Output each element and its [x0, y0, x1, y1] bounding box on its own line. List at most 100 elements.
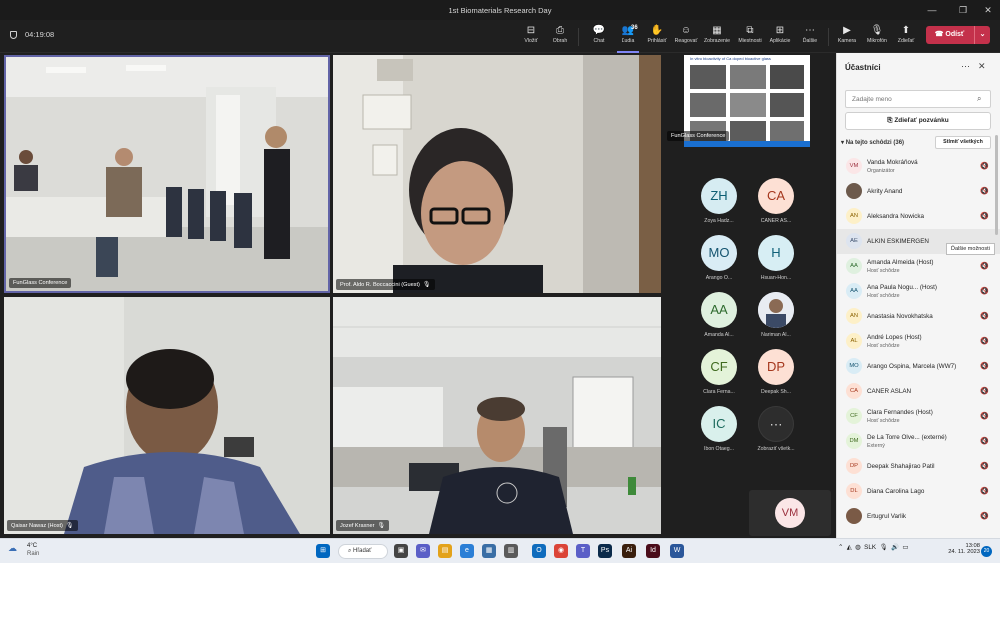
- participant-row[interactable]: CF Clara Fernandes (Host) Hosť schôdze 🔇: [837, 404, 1000, 429]
- indesign-icon[interactable]: Id: [646, 544, 660, 558]
- outlook-icon[interactable]: O: [532, 544, 546, 558]
- toolbar-button-camera[interactable]: ▶ Kamera: [830, 24, 864, 50]
- avatar: AA: [846, 283, 862, 299]
- more-options-icon[interactable]: ⋯: [961, 61, 970, 72]
- gallery-participant[interactable]: H Hsuan-Hon...: [752, 235, 800, 281]
- avatar: H: [758, 235, 794, 271]
- file-explorer-icon[interactable]: ▤: [438, 544, 452, 558]
- toolbar-button-react[interactable]: ☺ Reagovať: [669, 24, 703, 50]
- taskbar-search[interactable]: ⌕ Hľadať: [338, 544, 388, 559]
- video-tile-conference-room[interactable]: FunGlass Conference: [4, 55, 330, 293]
- shared-content-tile[interactable]: In vitro bioactivity of Ca doped bioacti…: [664, 55, 831, 147]
- section-header-in-meeting[interactable]: ▾ Na tejto schôdzi (36): [841, 139, 904, 146]
- maximize-button[interactable]: ❐: [953, 2, 973, 18]
- video-tile-boccaccini[interactable]: Prof. Aldo R. Boccaccini (Guest) 🎙: [333, 55, 661, 293]
- leave-label[interactable]: ☎ Odísť: [926, 26, 973, 44]
- panel-scrollbar[interactable]: [995, 135, 998, 235]
- mic-muted-icon: 🔇: [980, 288, 989, 295]
- participant-row[interactable]: MO Arango Ospina, Marcela (WW7) 🔇: [837, 354, 1000, 379]
- tile-name-label: FunGlass Conference: [667, 131, 730, 141]
- mute-all-button[interactable]: Stlmiť všetkých: [935, 136, 991, 149]
- toolbar-button-view[interactable]: ▦ Zobrazenie: [700, 24, 734, 50]
- avatar: AA: [846, 258, 862, 274]
- avatar: MO: [846, 358, 862, 374]
- system-tray[interactable]: ⌃ ◭ ◍ SLK 🎙 🔊 ▭: [838, 543, 908, 551]
- tile-name-label: Jozef Kraxner 🎙: [336, 520, 390, 531]
- rain-cloud-icon: ☁: [8, 543, 17, 553]
- gallery-participant[interactable]: Nariman Al...: [752, 292, 800, 338]
- gallery-participant[interactable]: CA CANER AS...: [752, 178, 800, 224]
- title-bar: 1st Biomaterials Research Day — ❐ ✕: [0, 0, 1000, 20]
- illustrator-icon[interactable]: Ai: [622, 544, 636, 558]
- participant-row[interactable]: DP Deepak Shahajirao Patil 🔇: [837, 454, 1000, 479]
- toolbar-button-more[interactable]: ⋯ Ďalšie: [793, 24, 827, 50]
- chrome-icon[interactable]: ◉: [554, 544, 568, 558]
- teams-tray-icon: ◍: [855, 544, 861, 551]
- close-window-button[interactable]: ✕: [978, 2, 998, 18]
- close-panel-icon[interactable]: ✕: [978, 61, 986, 72]
- smiley-icon: ☺: [680, 25, 692, 36]
- slide-heading: In vitro bioactivity of Ca doped bioacti…: [690, 56, 771, 61]
- window-title: 1st Biomaterials Research Day: [448, 6, 552, 15]
- search-icon: ⌕: [977, 94, 982, 103]
- more-icon: ⋯: [758, 406, 794, 442]
- minimize-button[interactable]: —: [922, 2, 942, 18]
- calculator-icon[interactable]: ▥: [504, 544, 518, 558]
- weather-widget[interactable]: ☁ 4°C Rain: [8, 543, 39, 557]
- gallery-participant[interactable]: MO Arango O...: [695, 235, 743, 281]
- more-icon: ⋯: [805, 25, 815, 36]
- photoshop-icon[interactable]: Ps: [598, 544, 612, 558]
- toolbar-button-content[interactable]: ⎙ Obrah: [543, 24, 577, 50]
- clock[interactable]: 13:08 24. 11. 2023: [944, 543, 980, 555]
- task-view-icon[interactable]: ▣: [394, 544, 408, 558]
- participant-row[interactable]: DL Diana Carolina Lago 🔇: [837, 479, 1000, 504]
- participant-row[interactable]: Akrity Anand 🔇: [837, 179, 1000, 204]
- meeting-timer: 04:19:08: [10, 30, 54, 39]
- edge-icon[interactable]: e: [460, 544, 474, 558]
- apps-icon: ⊞: [775, 25, 785, 36]
- avatar: CF: [846, 408, 862, 424]
- avatar: VM: [846, 158, 862, 174]
- video-tile-kraxner[interactable]: Jozef Kraxner 🎙: [333, 297, 661, 534]
- participant-row[interactable]: CA CANER ASLAN 🔇: [837, 379, 1000, 404]
- network-icon: ◭: [846, 544, 852, 551]
- view-all-participants-button[interactable]: ⋯ Zobraziť všetk...: [752, 406, 800, 452]
- notification-badge[interactable]: 20: [981, 546, 992, 557]
- word-icon[interactable]: W: [670, 544, 684, 558]
- participant-row[interactable]: DM De La Torre Olve... (externé) Externý 🔇: [837, 429, 1000, 454]
- gallery-participant[interactable]: AA Amanda Al...: [695, 292, 743, 338]
- teams-icon[interactable]: T: [576, 544, 590, 558]
- toolbar-button-apps[interactable]: ⊞ Aplikácie: [763, 24, 797, 50]
- mic-muted-icon: 🔇: [980, 188, 989, 195]
- participant-row[interactable]: AL André Lopes (Host) Hosť schôdze 🔇: [837, 329, 1000, 354]
- store-icon[interactable]: ▦: [482, 544, 496, 558]
- phone-hangup-icon: ☎: [934, 31, 946, 38]
- toolbar-button-share[interactable]: ⬆ Zdieľať: [889, 24, 923, 50]
- avatar: ZH: [701, 178, 737, 214]
- participant-row[interactable]: AN Anastasia Novokhatska 🔇: [837, 304, 1000, 329]
- participant-row[interactable]: Ertugrul Varlik 🔇: [837, 504, 1000, 529]
- participant-row[interactable]: AA Ana Paula Nogu... (Host) Hosť schôdze 🔇: [837, 279, 1000, 304]
- teams-chat-icon[interactable]: ✉: [416, 544, 430, 558]
- panel-title: Účastníci: [845, 63, 881, 72]
- participant-search-input[interactable]: [845, 90, 991, 108]
- windows-start-icon[interactable]: ⊞: [316, 544, 330, 558]
- participant-row[interactable]: AN Aleksandra Nowicka 🔇: [837, 204, 1000, 229]
- participant-row[interactable]: AA Amanda Almeida (Host) Hosť schôdze 🔇: [837, 254, 1000, 279]
- video-tile-nawaz[interactable]: Qaisar Nawaz (Host) 🎙: [4, 297, 330, 534]
- participant-row[interactable]: VM Vanda Mokráňová Organizátor 🔇: [837, 154, 1000, 179]
- gallery-participant[interactable]: ZH Zoya Hadz...: [695, 178, 743, 224]
- share-invite-button[interactable]: ⎘ Zdieľať pozvánku: [845, 112, 991, 130]
- gallery-participant[interactable]: IC Ibon Otaeg...: [695, 406, 743, 452]
- avatar: CF: [701, 349, 737, 385]
- toolbar-button-rooms[interactable]: ⧉ Miestnosti: [733, 24, 767, 50]
- avatar: DP: [758, 349, 794, 385]
- self-view-tile[interactable]: VM: [749, 490, 831, 536]
- avatar: CA: [758, 178, 794, 214]
- leave-options-chevron-icon[interactable]: ⌄: [974, 26, 990, 44]
- gallery-participant[interactable]: CF Clara Ferna...: [695, 349, 743, 395]
- leave-button[interactable]: ☎ Odísť ⌄: [926, 26, 990, 44]
- view-grid-icon: ▦: [712, 25, 722, 36]
- gallery-participant[interactable]: DP Deepak Sh...: [752, 349, 800, 395]
- avatar-photo: [846, 508, 862, 524]
